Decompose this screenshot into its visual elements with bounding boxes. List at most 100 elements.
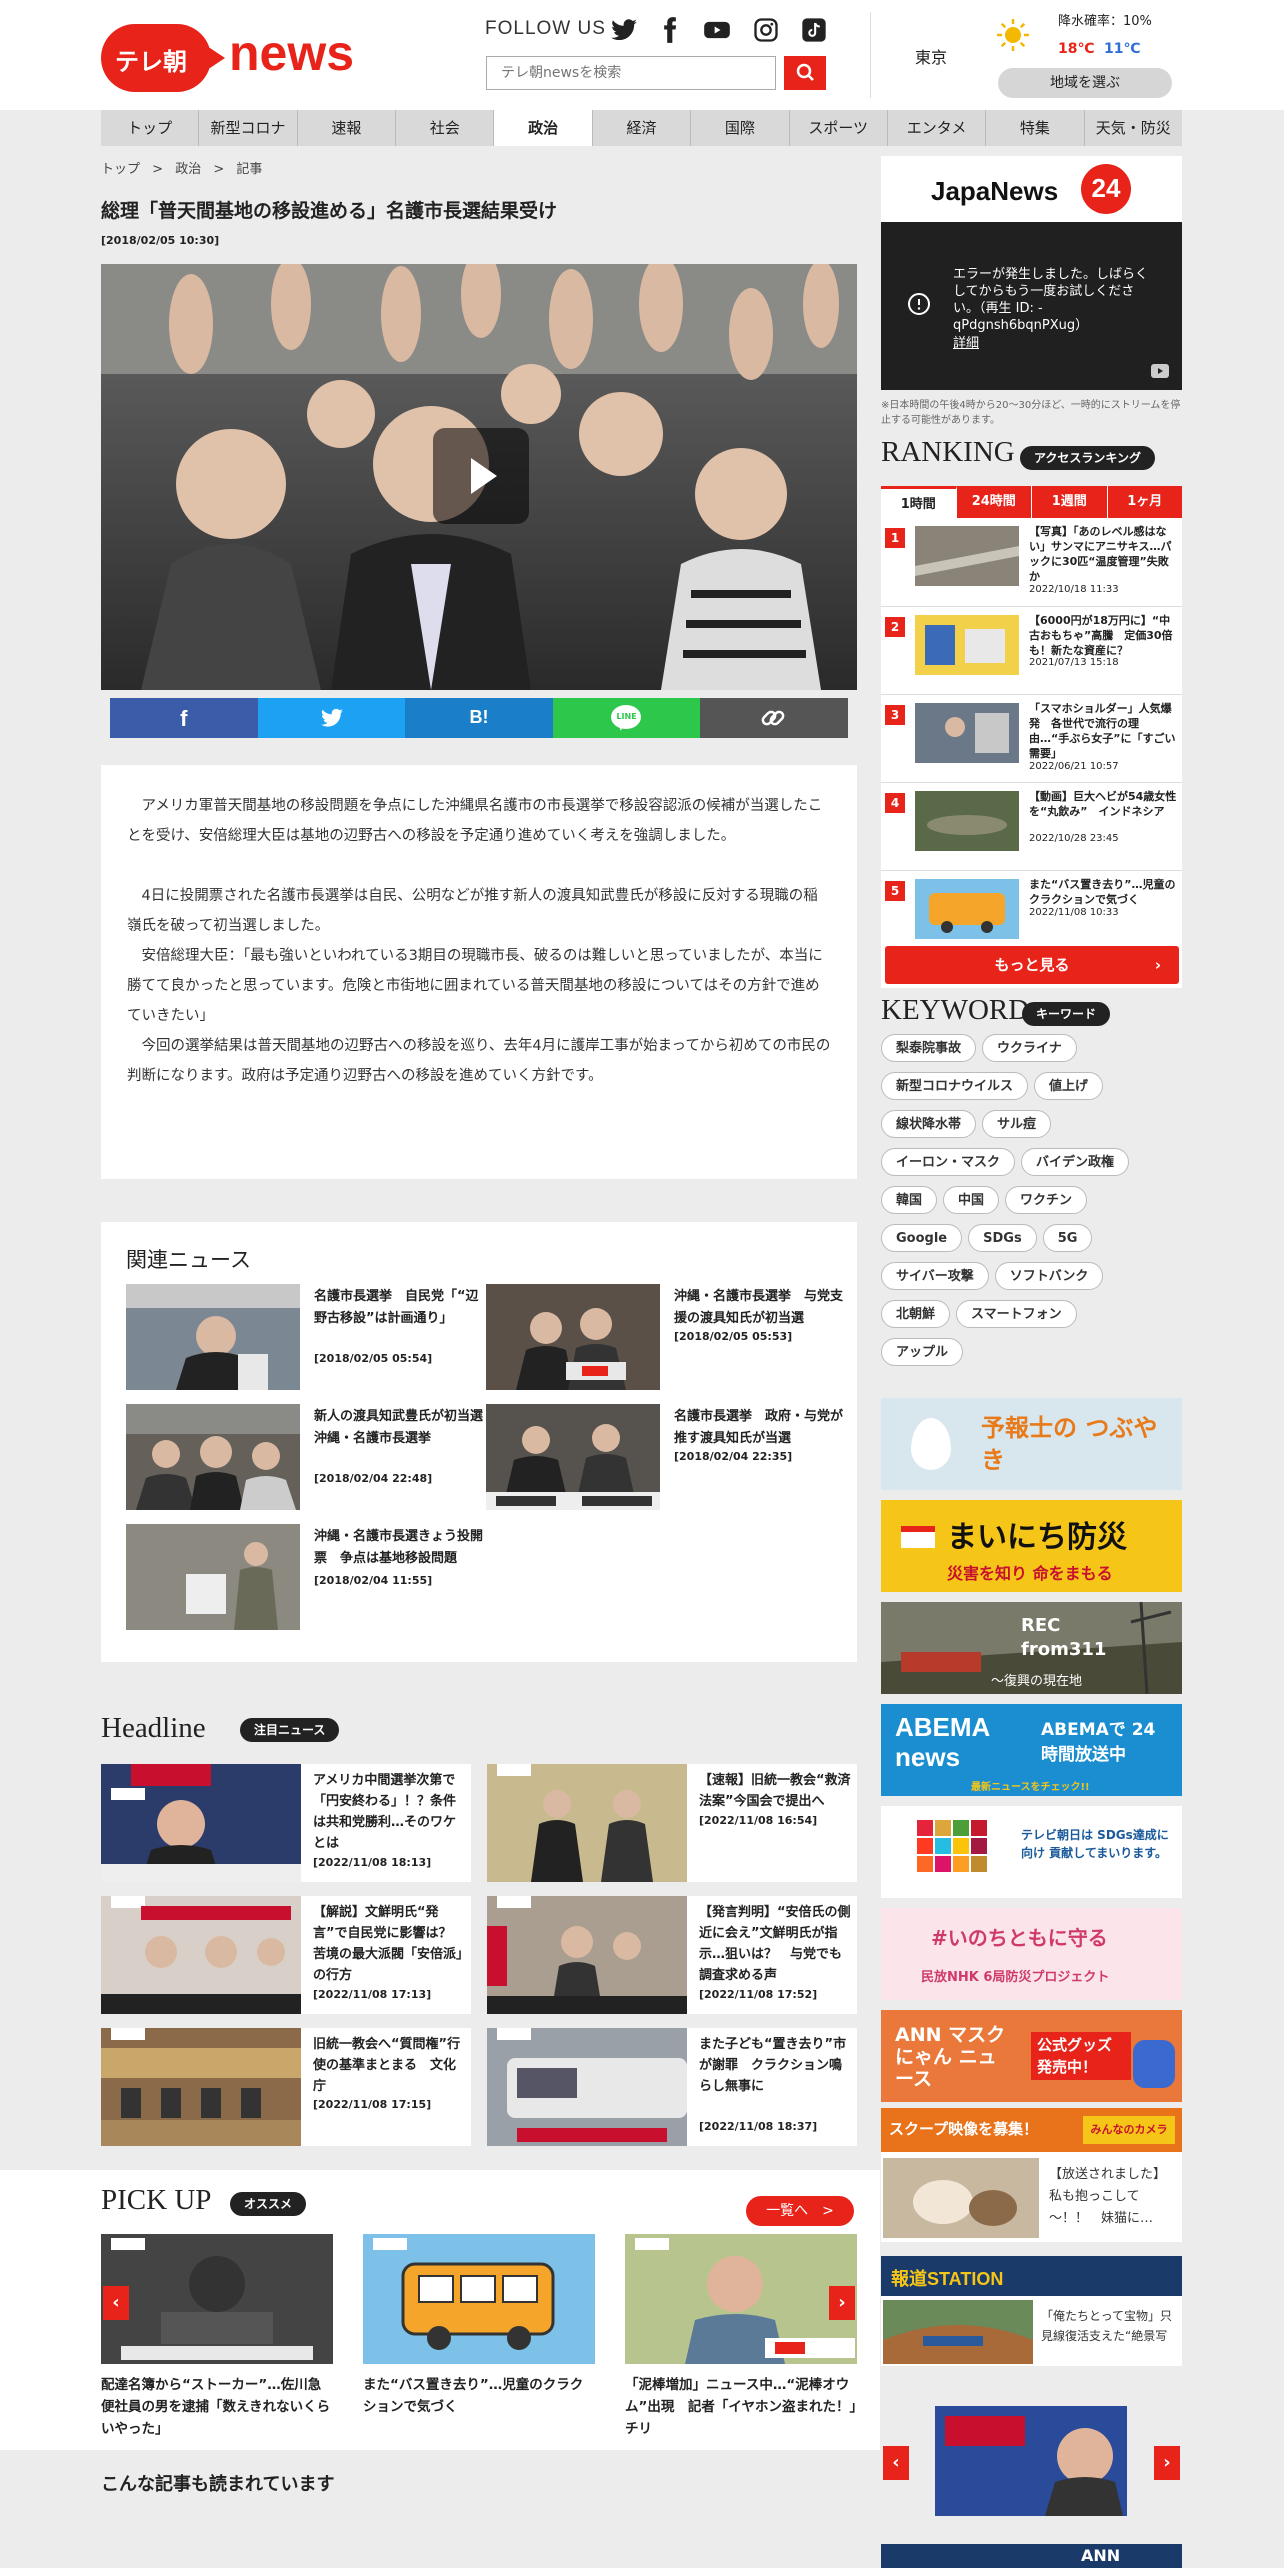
- keyword-tag[interactable]: 新型コロナウイルス: [881, 1072, 1029, 1100]
- nav-corona[interactable]: 新型コロナ: [199, 110, 298, 146]
- ranking-item[interactable]: 3 「スマホショルダー」人気爆発 各世代で流行の理由…“手ぶら女子”に「すごい需…: [881, 694, 1182, 782]
- breadcrumb-politics[interactable]: 政治: [175, 162, 201, 177]
- hodo-station-banner[interactable]: 報道STATION 「俺たちとって宝物」只見線復活支えた“絶景写: [881, 2256, 1182, 2366]
- tv-show-thumbnail[interactable]: [935, 2406, 1127, 2516]
- pickup-item[interactable]: 配達名簿から“ストーカー”…佐川急便社員の男を逮捕「数えきれないくらいやった」: [101, 2234, 333, 2437]
- instagram-icon[interactable]: [752, 16, 780, 44]
- keyword-tag[interactable]: ウクライナ: [982, 1034, 1077, 1062]
- keyword-tag[interactable]: 梨泰院事故: [881, 1034, 977, 1062]
- rank-number: 4: [885, 793, 905, 813]
- headline-item[interactable]: 【速報】旧統一教会“救済法案”今国会で提出へ [2022/11/08 16:54…: [487, 1764, 857, 1882]
- pickup-thumbnail: [625, 2234, 857, 2364]
- nav-society[interactable]: 社会: [396, 110, 495, 146]
- nav-weather[interactable]: 天気・防災: [1084, 110, 1182, 146]
- tab-1hour[interactable]: 1時間: [881, 486, 957, 518]
- keyword-tag[interactable]: ソフトバンク: [994, 1262, 1104, 1290]
- headline-title: アメリカ中間選挙次第で「円安終わる」！？条件は共和党勝利…そのワケとは: [313, 1773, 457, 1851]
- share-line-button[interactable]: LINE: [552, 698, 701, 738]
- keyword-tag[interactable]: 値上げ: [1034, 1072, 1104, 1100]
- nav-sports[interactable]: スポーツ: [789, 110, 888, 146]
- nav-top[interactable]: トップ: [101, 110, 200, 146]
- headline-item[interactable]: また子ども“置き去り”市が謝罪 クラクション鳴らし無事に [2022/11/08…: [487, 2028, 857, 2146]
- header-divider: [870, 12, 871, 98]
- nhk-bousai-banner[interactable]: #いのちともに守る 民放NHK 6局防災プロジェクト: [881, 1908, 1182, 2000]
- ranking-item[interactable]: 2 【6000円が18万円に】“中古おもちゃ”高騰 定価30倍も！新たな資産に？…: [881, 606, 1182, 694]
- share-facebook-button[interactable]: f: [110, 698, 258, 738]
- banner-next-button[interactable]: ›: [1154, 2446, 1180, 2480]
- keyword-tag[interactable]: 5G: [1042, 1224, 1093, 1252]
- keyword-tag[interactable]: 韓国: [881, 1186, 938, 1214]
- video-play-button[interactable]: [433, 428, 529, 524]
- abema-news-banner[interactable]: ABEMA news ABEMAで 24時間放送中 最新ニュースをチェック!!: [881, 1704, 1182, 1796]
- ranking-more-button[interactable]: もっと見る ›: [885, 946, 1179, 984]
- keyword-tag[interactable]: 北朝鮮: [881, 1300, 951, 1328]
- nav-entertainment[interactable]: エンタメ: [887, 110, 987, 146]
- ranking-item[interactable]: 4 【動画】巨大ヘビが54歳女性を“丸飲み” インドネシア 2022/10/28…: [881, 782, 1182, 870]
- pickup-item[interactable]: 「泥棒増加」ニュース中…“泥棒オウム”出現 記者「イヤホン盗まれた！」 チリ: [625, 2234, 870, 2437]
- youtube-icon[interactable]: [703, 16, 731, 44]
- keyword-tag[interactable]: スマートフォン: [956, 1300, 1077, 1328]
- japanews-24-badge: 24: [1081, 164, 1131, 214]
- error-details-link[interactable]: 詳細: [953, 332, 979, 351]
- share-hatena-button[interactable]: B!: [405, 698, 553, 738]
- keyword-tag[interactable]: イーロン・マスク: [881, 1148, 1016, 1176]
- keyword-tag[interactable]: Google: [881, 1224, 963, 1252]
- pickup-title: 配達名簿から“ストーカー”…佐川急便社員の男を逮捕「数えきれないくらいやった」: [101, 2377, 331, 2437]
- nav-economy[interactable]: 経済: [592, 110, 692, 146]
- headline-item[interactable]: 【発言判明】“安倍氏の側近に会え”文鮮明氏が指示…狙いは？ 与党でも調査求める声…: [487, 1896, 857, 2014]
- headline-item[interactable]: 旧統一教会へ“質問権”行使の基準まとまる 文化庁 [2022/11/08 17:…: [101, 2028, 471, 2146]
- nav-politics[interactable]: 政治: [494, 110, 593, 146]
- share-twitter-button[interactable]: [257, 698, 406, 738]
- site-logo[interactable]: テレ朝 news: [101, 22, 354, 94]
- headline-item[interactable]: アメリカ中間選挙次第で「円安終わる」！？条件は共和党勝利…そのワケとは [202…: [101, 1764, 471, 1882]
- search-field[interactable]: [486, 56, 776, 90]
- rec-from311-banner[interactable]: REC from311 ～復興の現在地: [881, 1602, 1182, 1694]
- keyword-tag[interactable]: ワクチン: [1005, 1186, 1088, 1214]
- keyword-tag[interactable]: 線状降水帯: [881, 1110, 977, 1138]
- headline-item[interactable]: 【解説】文鮮明氏“発言”で自民党に影響は？ 苦境の最大派閥「安倍派」の行方 [2…: [101, 1896, 471, 2014]
- nav-international[interactable]: 国際: [691, 110, 790, 146]
- related-item[interactable]: 沖縄・名護市長選きょう投開票 争点は基地移設問題 [2018/02/04 11:…: [126, 1524, 483, 1634]
- youtube-icon[interactable]: [1151, 364, 1169, 378]
- share-link-button[interactable]: [700, 698, 848, 738]
- tab-24hours[interactable]: 24時間: [956, 486, 1032, 518]
- search-input[interactable]: [487, 57, 775, 89]
- keyword-tag[interactable]: 中国: [943, 1186, 1000, 1214]
- ranking-item[interactable]: 1 【写真】「あのレベル感はない」サンマにアニサキス…パックに30匹“温度管理”…: [881, 518, 1182, 606]
- pickup-item[interactable]: また“バス置き去り”…児童のクラクションで気づく: [363, 2234, 595, 2415]
- search-button[interactable]: [784, 56, 826, 90]
- sdgs-banner[interactable]: テレビ朝日は SDGs達成に向け 貢献してまいります。: [881, 1806, 1182, 1898]
- scoop-banner[interactable]: スクープ映像を募集！ みんなのカメラ 【放送されました】私も抱っこして～！！ 妹…: [881, 2108, 1182, 2242]
- pickup-list-button[interactable]: 一覧へ >: [746, 2196, 854, 2226]
- headline-date: [2022/11/08 17:13]: [313, 1988, 432, 2001]
- ann-bottom-banner[interactable]: ANN: [881, 2544, 1182, 2568]
- twitter-icon[interactable]: [610, 16, 638, 44]
- pickup-prev-button[interactable]: ‹: [103, 2286, 129, 2320]
- keyword-tag[interactable]: サイバー攻撃: [881, 1262, 989, 1290]
- tiktok-icon[interactable]: [800, 16, 828, 44]
- keyword-tag[interactable]: SDGs: [968, 1224, 1037, 1252]
- related-item[interactable]: 新人の渡具知武豊氏が初当選 沖縄・名護市長選挙 [2018/02/04 22:4…: [126, 1404, 496, 1514]
- mask-nyan-banner[interactable]: ANN マスクにゃん ニュース 公式グッズ 発売中！: [881, 2010, 1182, 2102]
- related-item[interactable]: 名護市長選挙 政府・与党が推す渡具知氏が当選 [2018/02/04 22:35…: [486, 1404, 843, 1514]
- ranking-item[interactable]: 5 また“バス置き去り”…児童のクラクションで気づく 2022/11/08 10…: [881, 870, 1182, 958]
- breadcrumb-top[interactable]: トップ: [101, 162, 140, 177]
- related-item[interactable]: 沖縄・名護市長選挙 与党支援の渡具知氏が初当選 [2018/02/05 05:5…: [486, 1284, 843, 1394]
- pickup-next-button[interactable]: ›: [829, 2286, 855, 2320]
- banner-prev-button[interactable]: ‹: [883, 2446, 909, 2480]
- facebook-icon[interactable]: [656, 16, 684, 44]
- yohoushi-banner[interactable]: 予報士の つぶやき: [881, 1398, 1182, 1490]
- tab-1month[interactable]: 1ヶ月: [1107, 486, 1182, 518]
- region-select-button[interactable]: 地域を選ぶ: [998, 68, 1172, 98]
- chevron-right-icon: ›: [1163, 2452, 1171, 2473]
- keyword-tag[interactable]: アップル: [881, 1338, 964, 1366]
- keyword-tag[interactable]: サル痘: [982, 1110, 1052, 1138]
- keyword-tag[interactable]: バイデン政権: [1021, 1148, 1130, 1176]
- pickup-title: また“バス置き去り”…児童のクラクションで気づく: [363, 2377, 584, 2415]
- japanews24-logo[interactable]: JapaNews 24: [881, 156, 1182, 226]
- related-item[interactable]: 名護市長選挙 自民党「“辺野古移設”は計画通り」 [2018/02/05 05:…: [126, 1284, 482, 1394]
- nav-feature[interactable]: 特集: [986, 110, 1085, 146]
- tab-1week[interactable]: 1週間: [1032, 486, 1108, 518]
- mainichi-bousai-banner[interactable]: まいにち防災 災害を知り 命をまもる: [881, 1500, 1182, 1592]
- nav-breaking[interactable]: 速報: [297, 110, 397, 146]
